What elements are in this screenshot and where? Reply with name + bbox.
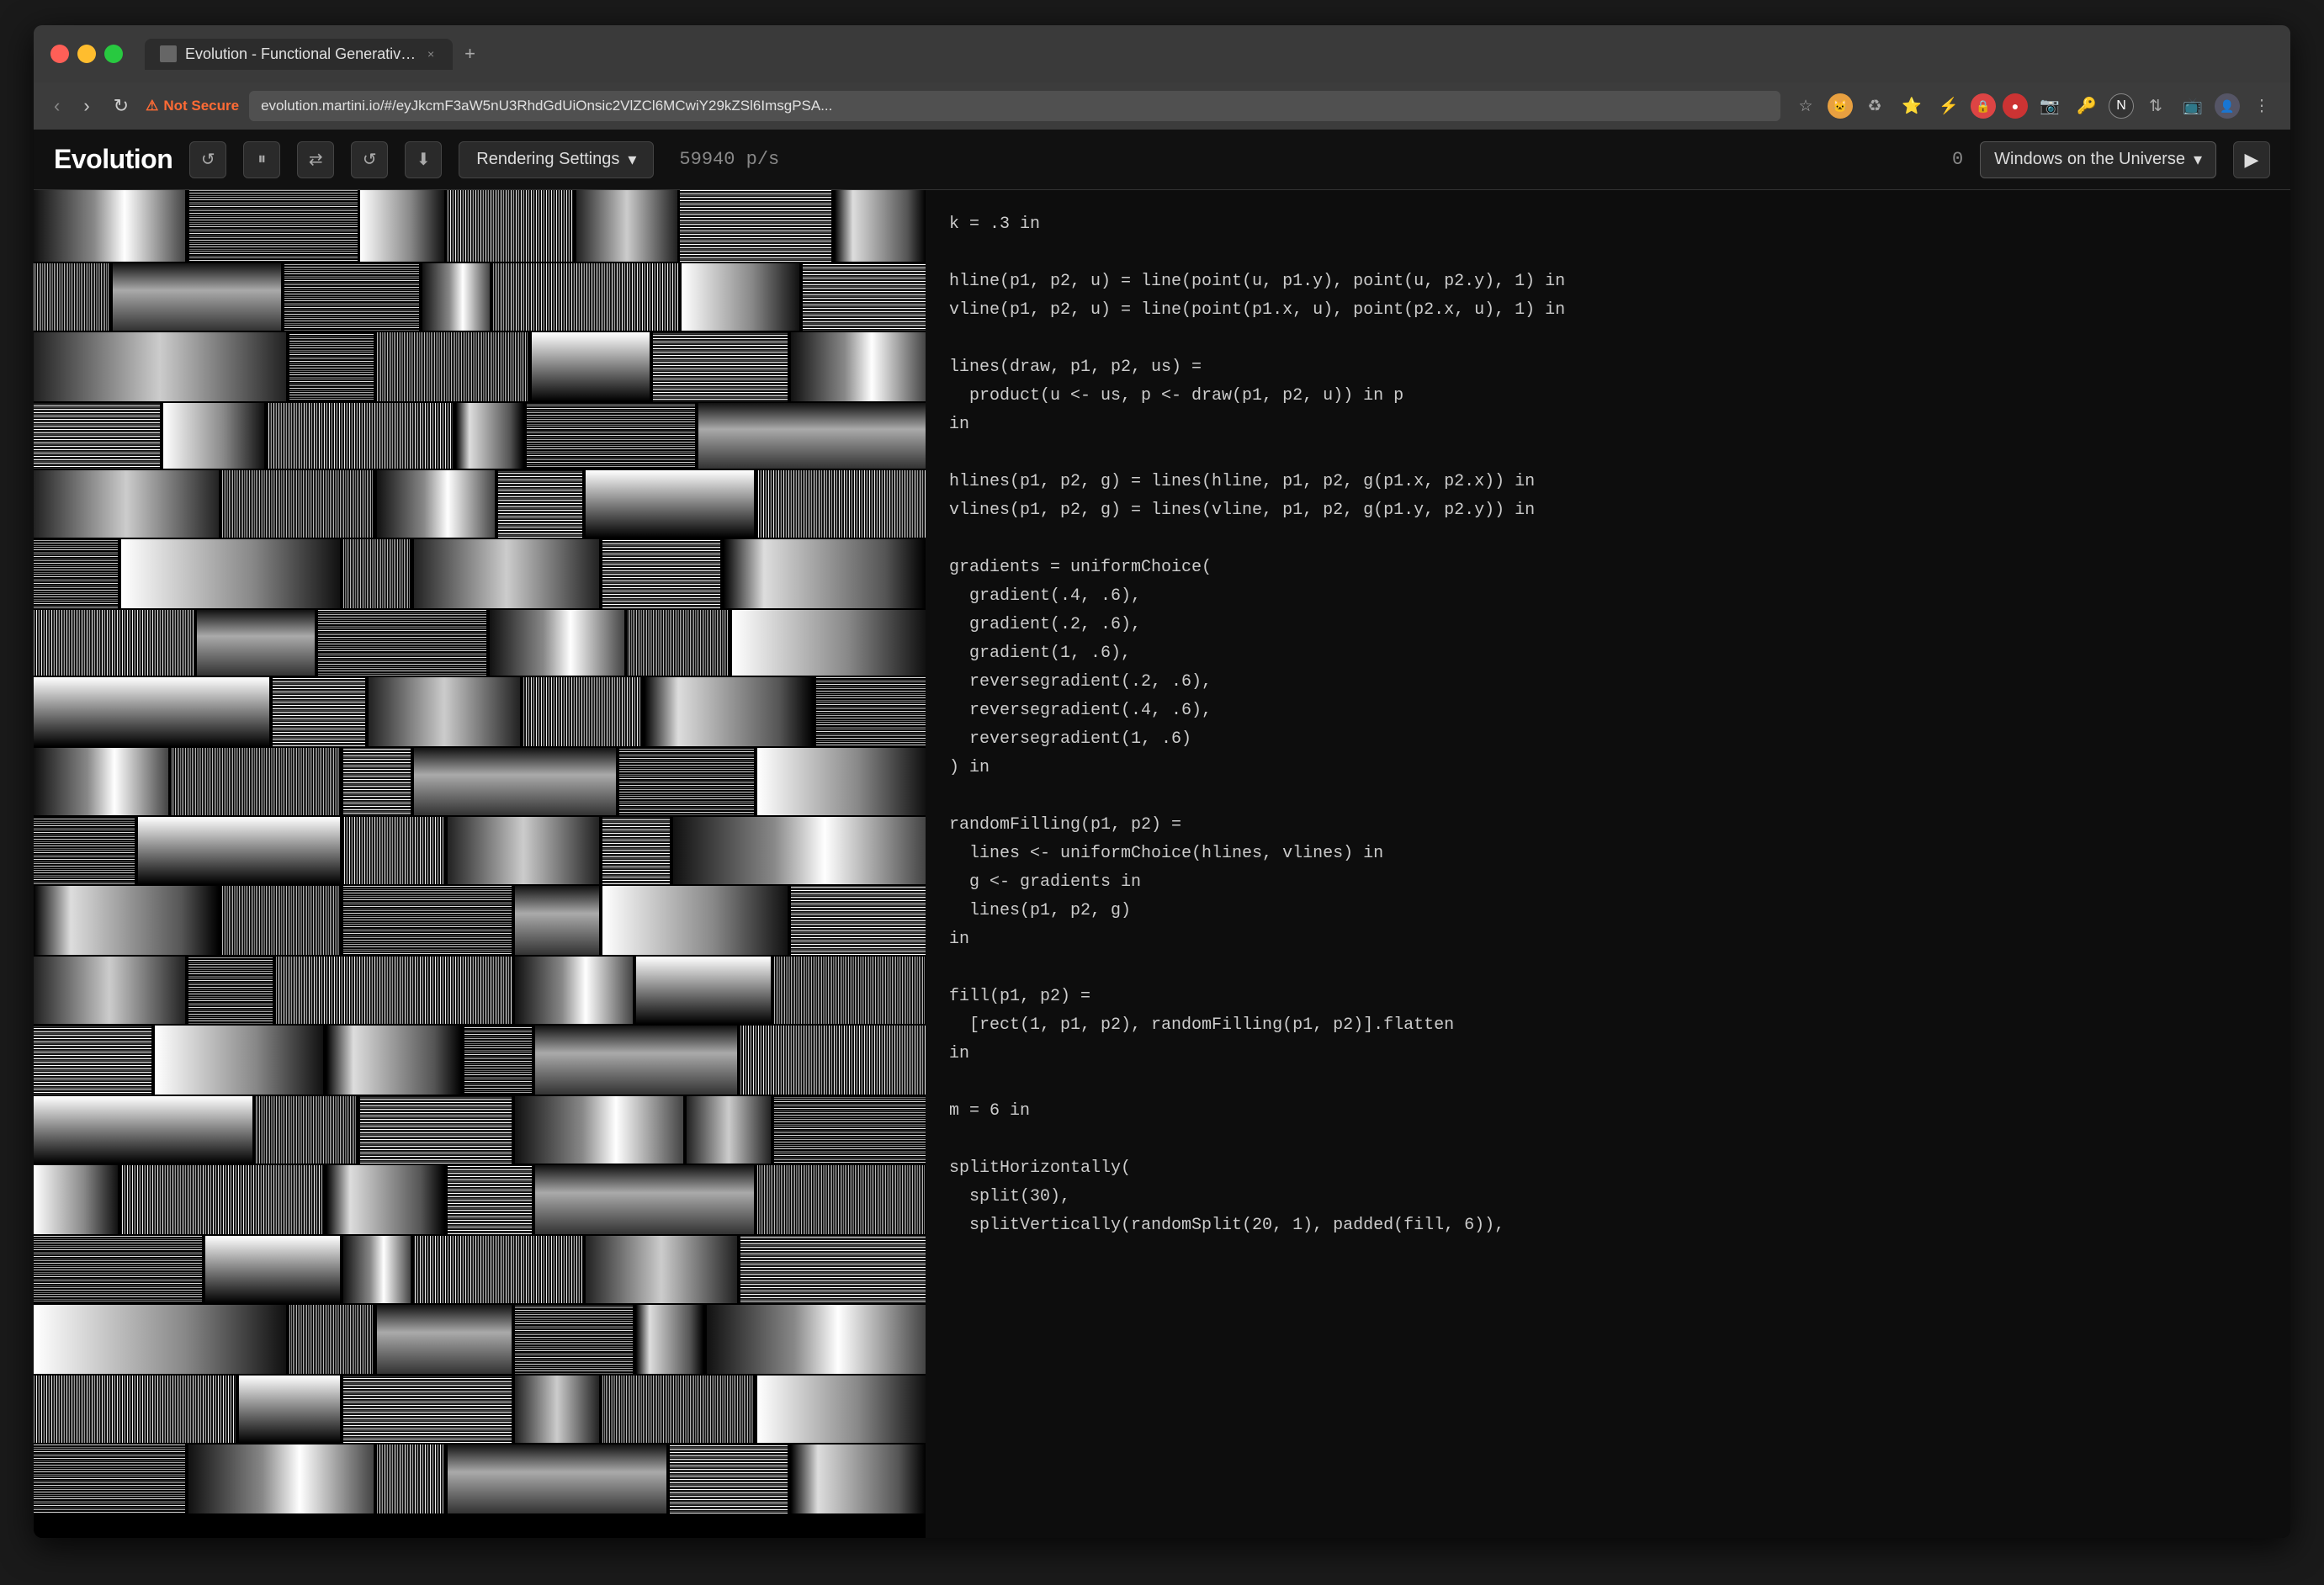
pause-button[interactable]: ⏸: [243, 141, 280, 178]
browser-actions: ☆ 🐱 ♻ ⭐ ⚡ 🔒 ● 📷 🔑 N ⇅ 📺 👤 ⋮: [1791, 91, 2277, 121]
browser-toolbar: ‹ › ↻ ⚠ Not Secure evolution.martini.io/…: [34, 82, 2290, 130]
dropdown-arrow-icon: ▾: [2194, 149, 2202, 170]
ext-security[interactable]: 🔒: [1971, 93, 1996, 119]
code-line: gradient(1, .6),: [949, 639, 2267, 668]
code-line: randomFilling(p1, p2) =: [949, 811, 2267, 840]
ext-key[interactable]: 🔑: [2072, 91, 2102, 121]
preset-dropdown[interactable]: Windows on the Universe ▾: [1980, 141, 2216, 178]
code-line: in: [949, 1040, 2267, 1068]
code-line: fill(p1, p2) =: [949, 983, 2267, 1011]
ext-recycle[interactable]: ♻: [1860, 91, 1890, 121]
tab-close-button[interactable]: ×: [424, 47, 438, 61]
browser-window: Evolution - Functional Generativ… × + ‹ …: [34, 25, 2290, 1538]
rendering-settings-button[interactable]: Rendering Settings ▾: [459, 141, 654, 178]
code-line: [949, 325, 2267, 353]
reset-icon: ↺: [363, 149, 377, 170]
back-button[interactable]: ‹: [47, 92, 66, 120]
code-line: gradient(.4, .6),: [949, 582, 2267, 611]
app-logo: Evolution: [54, 144, 172, 175]
traffic-lights: [50, 45, 123, 63]
code-line: hline(p1, p2, u) = line(point(u, p1.y), …: [949, 268, 2267, 296]
main-layout: k = .3 in hline(p1, p2, u) = line(point(…: [34, 190, 2290, 1538]
code-line: k = .3 in: [949, 210, 2267, 239]
user-avatar[interactable]: 👤: [2215, 93, 2240, 119]
tab-title: Evolution - Functional Generativ…: [185, 45, 416, 63]
code-line: product(u <- us, p <- draw(p1, p2, u)) i…: [949, 382, 2267, 411]
code-line: gradients = uniformChoice(: [949, 554, 2267, 582]
new-tab-button[interactable]: +: [453, 43, 487, 65]
shuffle-button[interactable]: ⇄: [297, 141, 334, 178]
bookmark-button[interactable]: ☆: [1791, 91, 1821, 121]
ext-camera[interactable]: 📷: [2035, 91, 2065, 121]
pause-icon: ⏸: [257, 150, 266, 169]
code-line: in: [949, 411, 2267, 439]
chevron-down-icon: ▾: [628, 149, 636, 170]
download-button[interactable]: ⬇: [405, 141, 442, 178]
code-panel: k = .3 in hline(p1, p2, u) = line(point(…: [926, 190, 2290, 1538]
code-line: reversegradient(1, .6): [949, 725, 2267, 754]
counter-display: 0: [1952, 149, 1963, 170]
code-line: vline(p1, p2, u) = line(point(p1.x, u), …: [949, 296, 2267, 325]
rendering-settings-label: Rendering Settings: [476, 150, 619, 169]
generative-art-canvas: [34, 190, 926, 1519]
next-button[interactable]: ▶: [2233, 141, 2270, 178]
code-line: [949, 525, 2267, 554]
security-text: Not Secure: [163, 98, 239, 114]
code-line: gradient(.2, .6),: [949, 611, 2267, 639]
code-line: [949, 1126, 2267, 1154]
ext-n[interactable]: N: [2109, 93, 2134, 119]
reload-icon: ↺: [201, 149, 215, 170]
active-tab[interactable]: Evolution - Functional Generativ… ×: [145, 39, 453, 70]
maximize-button[interactable]: [104, 45, 123, 63]
code-line: [949, 782, 2267, 811]
ext-lightning[interactable]: ⚡: [1934, 91, 1964, 121]
code-line: reversegradient(.2, .6),: [949, 668, 2267, 697]
ext-star[interactable]: ⭐: [1897, 91, 1927, 121]
code-line: [949, 239, 2267, 268]
code-line: hlines(p1, p2, g) = lines(hline, p1, p2,…: [949, 468, 2267, 496]
refresh-button[interactable]: ↻: [107, 92, 135, 120]
code-line: lines(draw, p1, p2, us) =: [949, 353, 2267, 382]
reset-button[interactable]: ↺: [351, 141, 388, 178]
ext-red[interactable]: ●: [2003, 93, 2028, 119]
ext-cast[interactable]: 📺: [2178, 91, 2208, 121]
security-badge: ⚠ Not Secure: [146, 98, 239, 114]
code-line: [949, 1068, 2267, 1097]
speed-display: 59940 p/s: [679, 149, 779, 170]
code-line: [949, 439, 2267, 468]
url-text: evolution.martini.io/#/eyJkcmF3aW5nU3Rhd…: [261, 98, 832, 114]
code-line: [rect(1, p1, p2), randomFilling(p1, p2)]…: [949, 1011, 2267, 1040]
code-line: ) in: [949, 754, 2267, 782]
code-line: in: [949, 925, 2267, 954]
download-icon: ⬇: [417, 149, 431, 170]
app-header: Evolution ↺ ⏸ ⇄ ↺ ⬇ Rendering Settings ▾…: [34, 130, 2290, 190]
shuffle-icon: ⇄: [309, 149, 323, 170]
menu-button[interactable]: ⋮: [2247, 91, 2277, 121]
code-line: lines(p1, p2, g): [949, 897, 2267, 925]
code-line: split(30),: [949, 1183, 2267, 1211]
warning-icon: ⚠: [146, 98, 158, 114]
code-line: lines <- uniformChoice(hlines, vlines) i…: [949, 840, 2267, 868]
browser-titlebar: Evolution - Functional Generativ… × +: [34, 25, 2290, 82]
code-line: splitHorizontally(: [949, 1154, 2267, 1183]
code-line: splitVertically(randomSplit(20, 1), padd…: [949, 1211, 2267, 1240]
ext-arrows[interactable]: ⇅: [2141, 91, 2171, 121]
minimize-button[interactable]: [77, 45, 96, 63]
next-icon: ▶: [2245, 149, 2259, 171]
canvas-area: [34, 190, 926, 1538]
reload-button[interactable]: ↺: [189, 141, 226, 178]
code-line: reversegradient(.4, .6),: [949, 697, 2267, 725]
code-line: vlines(p1, p2, g) = lines(vline, p1, p2,…: [949, 496, 2267, 525]
preset-name: Windows on the Universe: [1994, 150, 2185, 169]
tab-bar: Evolution - Functional Generativ… × +: [145, 39, 487, 70]
code-line: [949, 954, 2267, 983]
forward-button[interactable]: ›: [77, 92, 96, 120]
code-line: g <- gradients in: [949, 868, 2267, 897]
app-content: Evolution ↺ ⏸ ⇄ ↺ ⬇ Rendering Settings ▾…: [34, 130, 2290, 1538]
close-button[interactable]: [50, 45, 69, 63]
tab-favicon: [160, 45, 177, 62]
code-line: m = 6 in: [949, 1097, 2267, 1126]
url-bar[interactable]: evolution.martini.io/#/eyJkcmF3aW5nU3Rhd…: [249, 91, 1780, 121]
ext-cat[interactable]: 🐱: [1828, 93, 1853, 119]
